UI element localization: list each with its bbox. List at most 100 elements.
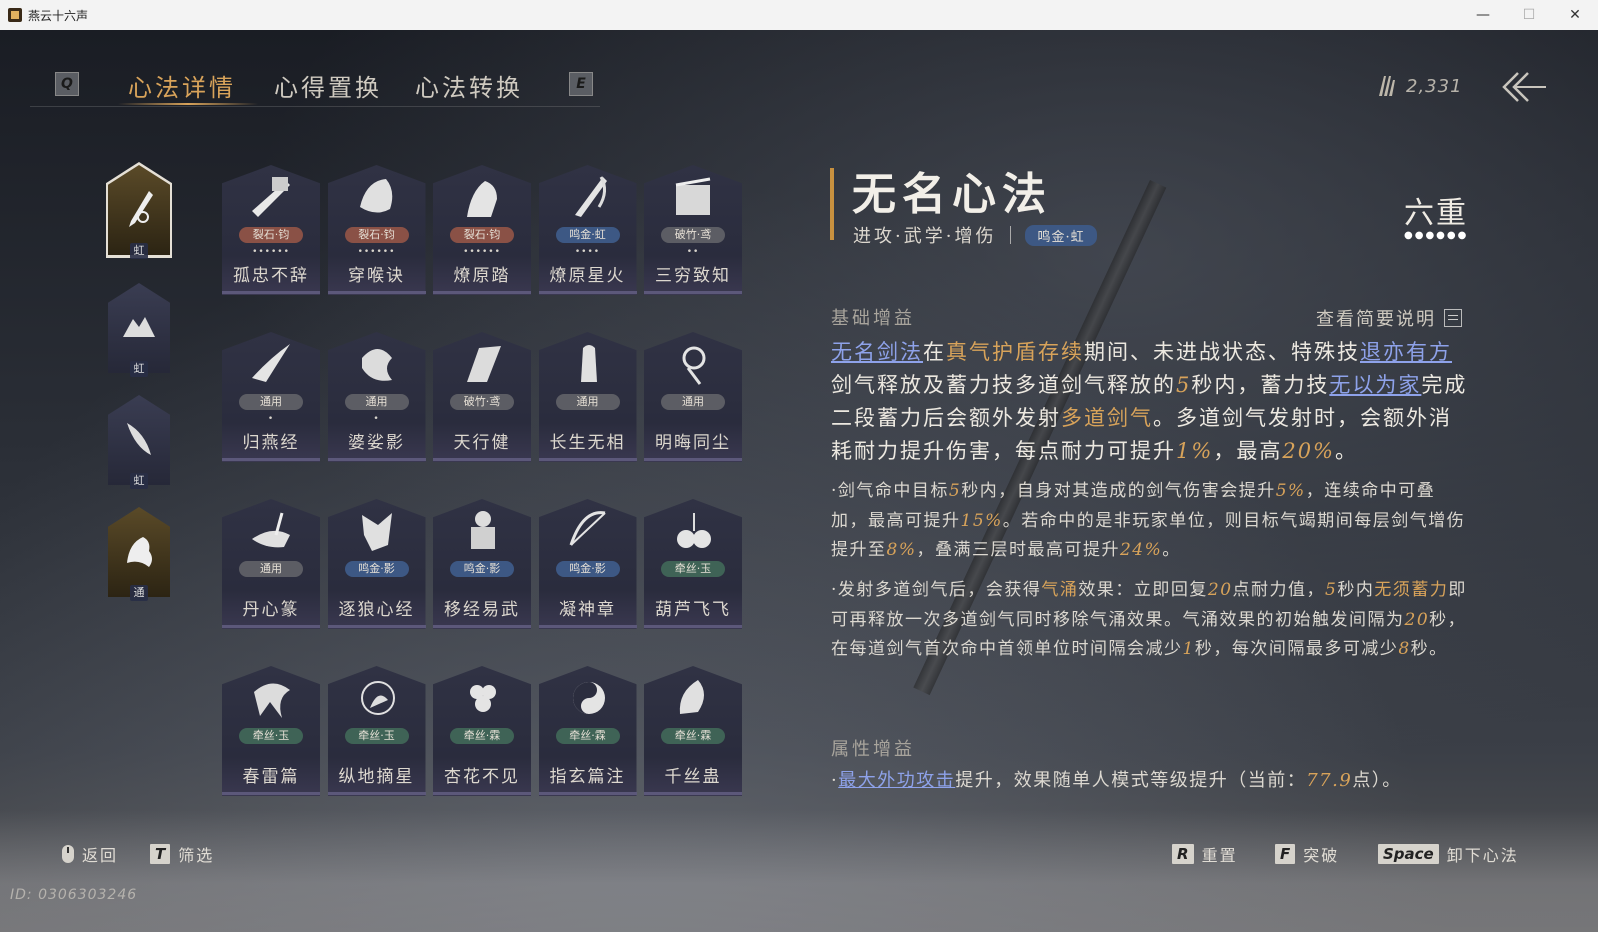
weapon-style-item-4[interactable]: 通 <box>108 507 170 601</box>
heart-method-card[interactable]: 通用 丹心篆 <box>222 499 320 629</box>
heart-method-name: 凝神章 <box>559 600 616 620</box>
heart-method-card[interactable]: 通用 • 婆娑影 <box>327 332 426 462</box>
tab-heart-method-detail[interactable]: 心法详情 <box>128 68 236 103</box>
weapon-style-badge: 虹 <box>130 243 148 259</box>
heart-method-art-icon <box>361 513 392 551</box>
heart-method-card[interactable]: 鸣金·虹 •••• 燎原星火 <box>538 165 637 295</box>
list-icon <box>1444 309 1462 327</box>
school-tag: 破竹·鸢 <box>661 227 725 243</box>
text-segment: 1% <box>1176 439 1214 463</box>
school-tag: 通用 <box>344 394 409 410</box>
close-button[interactable]: ✕ <box>1552 0 1598 30</box>
school-tag: 裂石·钧 <box>344 227 409 243</box>
level-dots <box>433 747 531 759</box>
heart-method-name: 千丝蛊 <box>664 767 722 787</box>
heart-method-card[interactable]: 通用 明晦同尘 <box>644 332 742 462</box>
maximize-button[interactable]: ☐ <box>1506 0 1552 30</box>
weapon-style-item-3[interactable]: 虹 <box>108 395 170 489</box>
currency-icon <box>1379 76 1395 96</box>
reset-action[interactable]: R 重置 <box>1172 842 1238 866</box>
unload-label: 卸下心法 <box>1446 846 1519 865</box>
heart-method-card[interactable]: 破竹·鸢 天行健 <box>433 332 531 462</box>
unload-action[interactable]: Space 卸下心法 <box>1378 842 1519 866</box>
skill-link[interactable]: 退亦有方 <box>1360 340 1452 364</box>
heart-method-art-icon <box>359 179 392 213</box>
heart-method-name: 明晦同尘 <box>655 433 731 453</box>
heart-method-card[interactable]: 牵丝·玉 葫芦飞飞 <box>644 499 742 629</box>
filter-key: T <box>150 844 171 864</box>
weapon-style-item-2[interactable]: 虹 <box>108 283 170 377</box>
heart-method-art-icon <box>361 349 392 381</box>
back-arrow-icon[interactable] <box>1500 70 1548 104</box>
level-dots <box>328 747 426 759</box>
text-segment: 1 <box>1182 639 1195 659</box>
school-tag: 牵丝·玉 <box>239 728 303 744</box>
back-label: 返回 <box>82 846 119 865</box>
school-tag: 通用 <box>555 394 620 410</box>
skill-link[interactable]: 无以为家 <box>1329 373 1421 397</box>
view-brief-button[interactable]: 查看简要说明 <box>1316 305 1462 331</box>
active-tab-indicator <box>118 103 258 105</box>
school-tag: 鸣金·影 <box>344 561 409 577</box>
heart-method-name: 长生无相 <box>549 433 626 453</box>
level-label: 六重 <box>1404 196 1468 231</box>
text-segment: ，叠满三层时最高可提升 <box>916 540 1120 560</box>
level-dots <box>222 747 320 759</box>
heart-method-card[interactable]: 牵丝·霖 杏花不见 <box>433 666 531 796</box>
filter-action[interactable]: T 筛选 <box>150 842 214 866</box>
minimize-button[interactable]: — <box>1460 0 1506 30</box>
heart-method-card[interactable]: 鸣金·影 凝神章 <box>538 499 637 629</box>
school-tag: 鸣金·影 <box>450 561 514 577</box>
heart-method-card[interactable]: 牵丝·玉 纵地摘星 <box>327 666 426 796</box>
text-segment: 点耐力值， <box>1232 580 1326 600</box>
heart-method-card[interactable]: 鸣金·影 逐狼心经 <box>327 499 426 629</box>
window-titlebar: 燕云十六声 — ☐ ✕ <box>0 0 1598 30</box>
school-tag: 破竹·鸢 <box>450 394 514 410</box>
heart-method-card[interactable]: 牵丝·霖 指玄篇注 <box>538 666 637 796</box>
text-segment: 秒。 <box>1410 639 1448 659</box>
text-segment: 点）。 <box>1352 770 1402 791</box>
school-tag: 通用 <box>239 394 303 410</box>
text-segment: 20% <box>1282 439 1336 463</box>
heart-method-card[interactable]: 裂石·钧 •••••• 燎原踏 <box>433 165 531 295</box>
mouse-right-icon <box>62 845 74 863</box>
text-segment: 5% <box>1275 481 1306 501</box>
level-dots <box>644 413 742 425</box>
skill-link[interactable]: 最大外功攻击 <box>838 770 955 791</box>
heart-method-card[interactable]: 牵丝·玉春雷篇 <box>222 666 320 796</box>
heart-method-name: 婆娑影 <box>348 433 405 453</box>
heart-method-art-icon <box>467 346 501 382</box>
text-segment: ，最高 <box>1213 439 1283 463</box>
text-segment: 24% <box>1119 540 1163 560</box>
text-segment: 气涌 <box>1041 580 1079 600</box>
text-segment: 剑气释放及蓄力技多道剑气释放的 <box>831 373 1176 397</box>
level-dots: • <box>267 414 275 424</box>
weapon-style-item-1[interactable]: 虹 <box>106 162 172 259</box>
school-tag: 裂石·钧 <box>450 227 514 243</box>
text-segment: 真气护盾存续 <box>946 340 1084 364</box>
back-action[interactable]: 返回 <box>62 842 118 866</box>
attribute-bonus-text: ·最大外功攻击提升，效果随单人模式等级提升（当前：77.9点）。 <box>831 766 1471 796</box>
heart-method-card[interactable]: 通用 长生无相 <box>538 332 637 462</box>
heart-method-art-icon <box>470 685 496 712</box>
heart-method-card[interactable]: 鸣金·影 移经易武 <box>433 499 531 629</box>
heart-method-card[interactable]: 破竹·鸢 •• 三穷致知 <box>644 165 742 295</box>
heart-method-name: 孤忠不辞 <box>233 266 309 286</box>
filter-label: 筛选 <box>178 846 215 865</box>
heart-method-card[interactable]: 裂石·钧 •••••• 孤忠不辞 <box>222 165 320 295</box>
heart-method-name: 春雷篇 <box>242 767 300 787</box>
heart-method-card[interactable]: 裂石·钧 •••••• 穿喉诀 <box>327 165 426 295</box>
level-dots: •• <box>686 247 700 257</box>
tab-insight-swap[interactable]: 心得置换 <box>274 68 382 103</box>
heart-method-card[interactable]: 牵丝·霖 千丝蛊 <box>644 666 742 796</box>
heart-method-name: 葫芦飞飞 <box>655 600 731 620</box>
breakthrough-action[interactable]: F 突破 <box>1275 842 1339 866</box>
prev-tab-key[interactable]: Q <box>55 72 79 96</box>
text-segment: ·发射多道剑气后，会获得 <box>831 580 1042 600</box>
text-segment: 期间、未进战状态、特殊技 <box>1084 340 1360 364</box>
next-tab-key[interactable]: E <box>569 72 593 96</box>
skill-link[interactable]: 无名剑法 <box>831 340 923 364</box>
heart-method-card[interactable]: 通用 • 归燕经 <box>222 332 320 462</box>
tab-heart-method-convert[interactable]: 心法转换 <box>415 68 523 103</box>
horse-icon <box>127 537 152 567</box>
